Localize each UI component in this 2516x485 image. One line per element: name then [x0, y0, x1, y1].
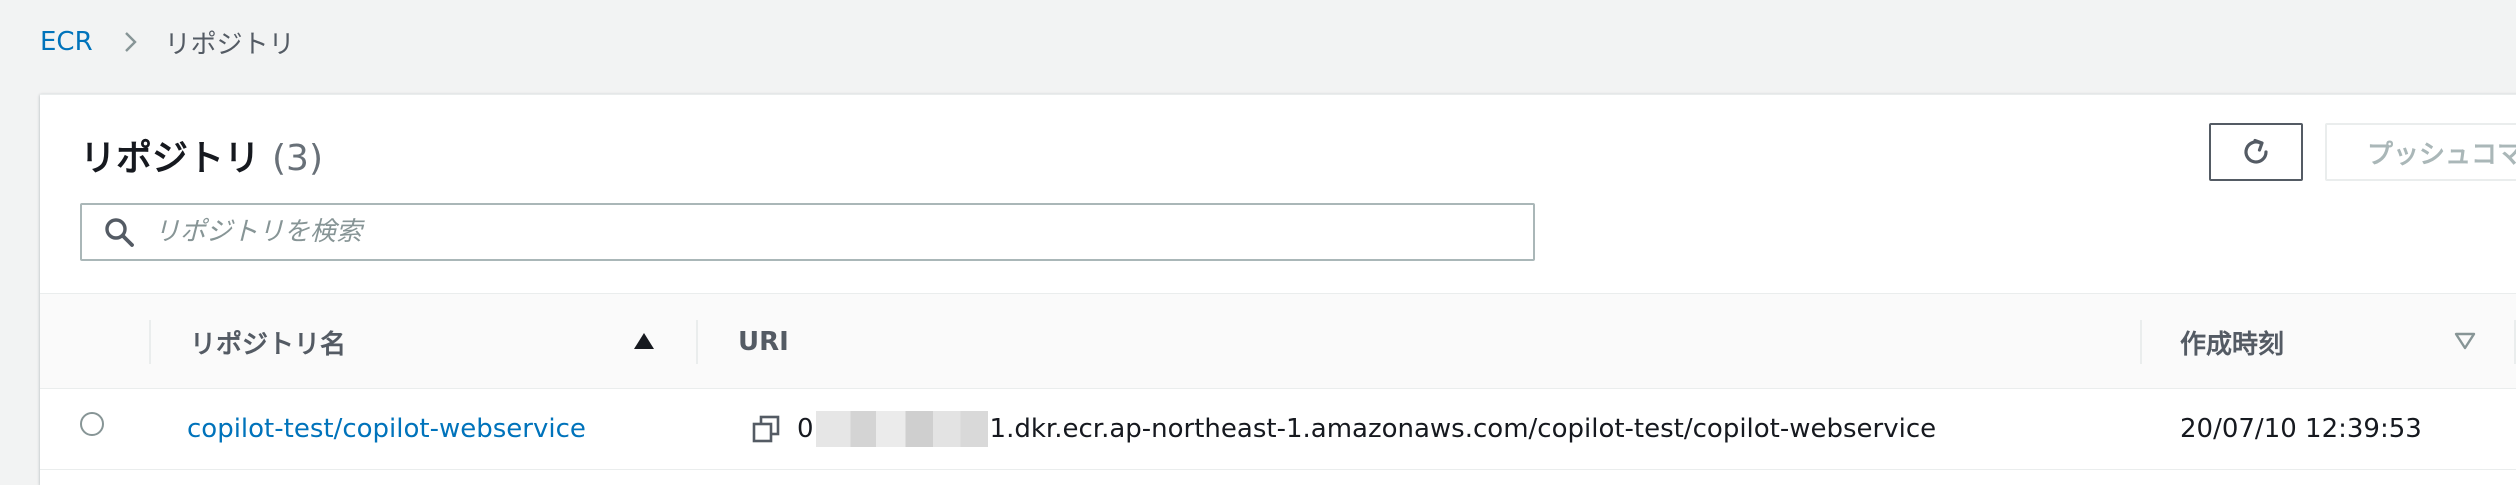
search-field[interactable]: [80, 203, 1535, 261]
panel-header: リポジトリ (3): [80, 129, 323, 181]
column-divider: [149, 320, 151, 364]
column-divider: [2140, 320, 2142, 364]
refresh-button[interactable]: [2209, 123, 2303, 181]
table-header: リポジトリ名 URI 作成時刻: [40, 293, 2516, 389]
sort-ascending-icon[interactable]: [633, 332, 655, 350]
redacted-account-id: [815, 411, 988, 447]
breadcrumb-ecr-link[interactable]: ECR: [40, 27, 93, 57]
panel-title: リポジトリ: [80, 138, 261, 179]
created-at-cell: 20/07/10 12:39:53: [2180, 414, 2422, 444]
repository-count: (3): [272, 138, 324, 179]
breadcrumb: ECR リポジトリ: [40, 22, 295, 62]
search-input[interactable]: [152, 216, 1456, 248]
chevron-right-icon: [124, 32, 137, 52]
uri-suffix: 1.dkr.ecr.ap-northeast-1.amazonaws.com/c…: [989, 414, 1937, 444]
copy-icon[interactable]: [751, 414, 781, 444]
column-header-repository-name[interactable]: リポジトリ名: [190, 294, 346, 390]
sort-descending-icon[interactable]: [2454, 332, 2476, 350]
search-icon: [105, 218, 134, 247]
row-select-radio[interactable]: [80, 412, 104, 436]
push-commands-button[interactable]: プッシュコマ: [2325, 123, 2516, 181]
repository-name-cell: copilot-test/copilot-webservice: [187, 389, 586, 469]
table-row: copilot-test/copilot-webservice 0 1.dkr.…: [40, 389, 2516, 470]
column-header-uri[interactable]: URI: [738, 294, 789, 390]
repository-name-link[interactable]: copilot-test/copilot-webservice: [187, 414, 586, 444]
column-header-created-at[interactable]: 作成時刻: [2180, 294, 2284, 390]
uri-cell: 0 1.dkr.ecr.ap-northeast-1.amazonaws.com…: [751, 389, 1936, 469]
uri-prefix: 0: [797, 414, 814, 444]
refresh-icon: [2244, 138, 2268, 164]
repositories-panel: リポジトリ (3) プッシュコマ リポジトリ名 URI 作成時刻: [40, 94, 2516, 485]
breadcrumb-current: リポジトリ: [164, 29, 295, 60]
column-divider: [696, 320, 698, 364]
